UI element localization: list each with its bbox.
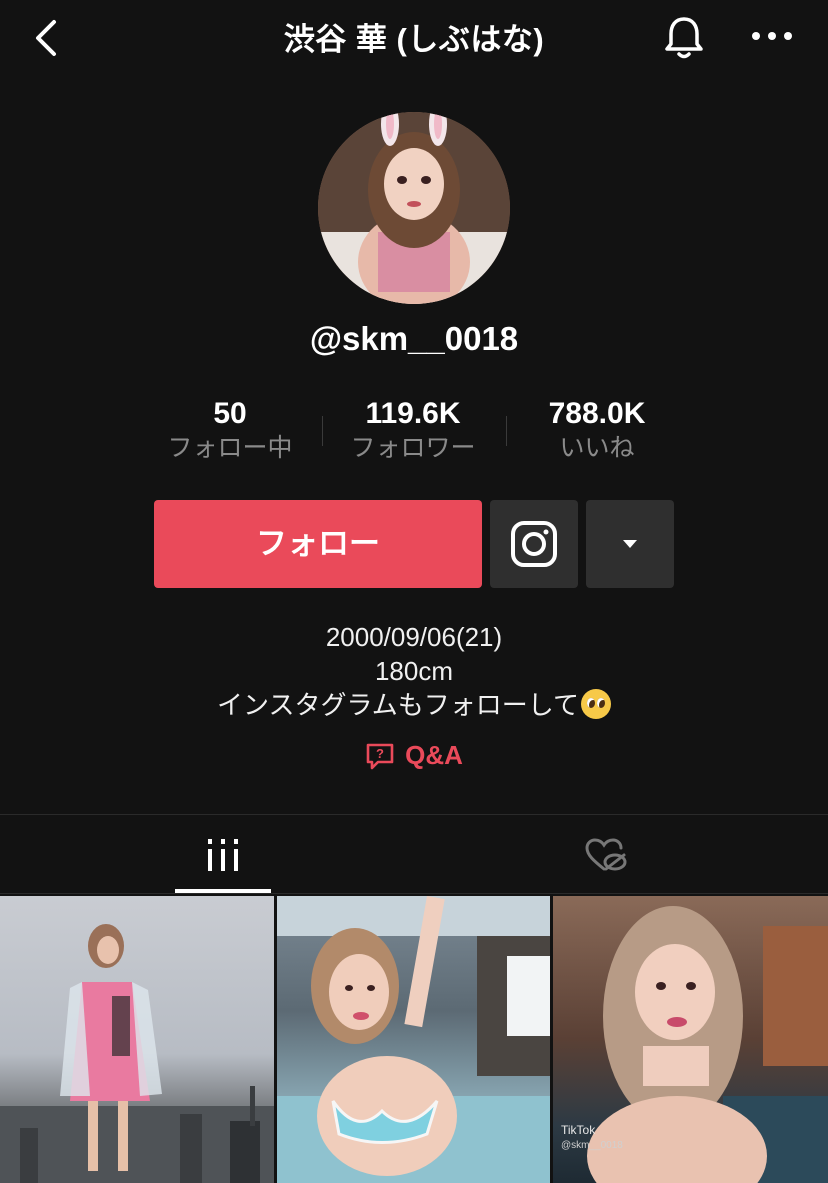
- stat-followers-value: 119.6K: [365, 397, 461, 430]
- grid-bars-icon: [208, 839, 238, 871]
- pleading-face-emoji-icon: [580, 689, 611, 719]
- bio: 2000/09/06(21) 180cm インスタグラムもフォローして: [0, 620, 828, 722]
- instagram-icon: [511, 521, 557, 567]
- bio-birthday: 2000/09/06(21): [325, 622, 503, 652]
- stat-divider: [506, 416, 507, 446]
- tiktok-watermark: TikTok: [561, 1123, 596, 1137]
- suggestions-dropdown-button[interactable]: [586, 500, 674, 588]
- notification-button[interactable]: [662, 14, 706, 60]
- video-thumbnail[interactable]: TikTok @skm__0018: [553, 896, 828, 1183]
- username-handle: @skm__0018: [309, 320, 519, 357]
- video-thumbnail-image: [0, 924, 274, 1183]
- avatar[interactable]: [318, 112, 510, 304]
- video-thumbnail[interactable]: [277, 896, 550, 1183]
- stat-following-value: 50: [213, 397, 247, 430]
- stat-following-label: フォロー中: [167, 434, 293, 462]
- stat-following[interactable]: 50 フォロー中: [155, 396, 305, 466]
- more-horizontal-icon: [752, 32, 792, 40]
- qa-label: Q&A: [405, 740, 463, 770]
- tab-liked[interactable]: [414, 815, 828, 893]
- tab-videos[interactable]: [0, 815, 414, 893]
- watermark-handle: @skm__0018: [561, 1140, 623, 1151]
- qa-link[interactable]: ? Q&A: [0, 740, 828, 778]
- stat-likes[interactable]: 788.0K いいね: [522, 396, 672, 466]
- caret-down-icon: [623, 540, 637, 548]
- stat-followers[interactable]: 119.6K フォロワー: [338, 396, 488, 466]
- stat-divider: [322, 416, 323, 446]
- follow-button[interactable]: フォロー: [154, 500, 482, 588]
- video-thumbnail-image: [277, 896, 550, 1183]
- tabs-divider-bottom: [0, 893, 828, 894]
- heart-hidden-icon: [585, 838, 627, 871]
- bell-icon: [665, 17, 703, 59]
- video-grid: TikTok @skm__0018: [0, 896, 828, 1183]
- stat-likes-label: いいね: [559, 434, 635, 462]
- question-bubble-icon: ?: [366, 743, 394, 769]
- more-options-button[interactable]: [748, 24, 796, 48]
- instagram-button[interactable]: [490, 500, 578, 588]
- video-thumbnail[interactable]: [0, 896, 274, 1183]
- bio-message-text: インスタグラムもフォローして: [217, 690, 579, 720]
- bio-height: 180cm: [374, 656, 454, 686]
- svg-text:?: ?: [376, 746, 384, 761]
- stats-row: 50 フォロー中 119.6K フォロワー 788.0K いいね: [0, 396, 828, 468]
- stat-likes-value: 788.0K: [548, 397, 646, 430]
- top-bar: 渋谷 華 (しぶはな): [0, 0, 828, 76]
- avatar-image: [318, 112, 510, 304]
- bio-message: インスタグラムもフォローして: [0, 688, 828, 722]
- stat-followers-label: フォロワー: [350, 434, 476, 462]
